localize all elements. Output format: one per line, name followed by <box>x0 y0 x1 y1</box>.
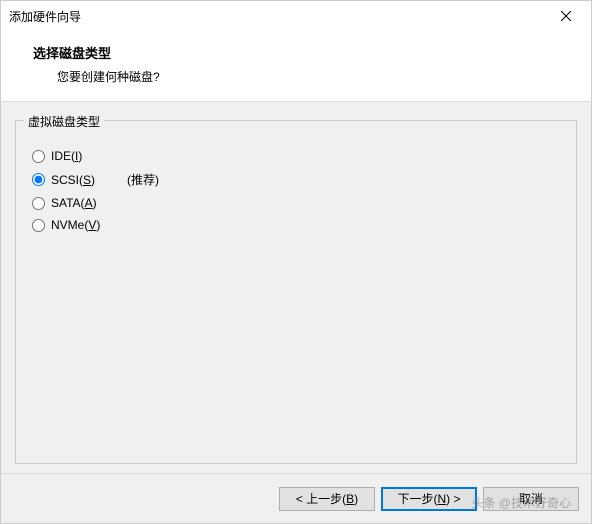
radio-option-scsi[interactable]: SCSI(S) (推荐) <box>32 171 560 188</box>
window-title: 添加硬件向导 <box>9 8 81 25</box>
disk-type-groupbox: 虚拟磁盘类型 IDE(I) SCSI(S) (推荐) SATA(A) NVMe(… <box>15 120 577 464</box>
radio-nvme[interactable] <box>32 219 45 232</box>
page-title: 选择磁盘类型 <box>33 43 591 62</box>
wizard-header: 选择磁盘类型 您要创建何种磁盘? <box>1 31 591 102</box>
close-button[interactable] <box>551 6 581 26</box>
radio-sata[interactable] <box>32 197 45 210</box>
page-subtitle: 您要创建何种磁盘? <box>57 68 591 85</box>
radio-ide[interactable] <box>32 150 45 163</box>
back-button[interactable]: < 上一步(B) <box>279 487 375 511</box>
radio-scsi[interactable] <box>32 173 45 186</box>
next-button[interactable]: 下一步(N) > <box>381 487 477 511</box>
radio-label-sata[interactable]: SATA(A) <box>51 196 97 210</box>
cancel-button[interactable]: 取消 <box>483 487 579 511</box>
content-area: 虚拟磁盘类型 IDE(I) SCSI(S) (推荐) SATA(A) NVMe(… <box>1 102 591 482</box>
wizard-footer: < 上一步(B) 下一步(N) > 取消 <box>1 473 591 523</box>
recommend-label: (推荐) <box>127 171 159 188</box>
groupbox-legend: 虚拟磁盘类型 <box>24 113 104 130</box>
radio-option-nvme[interactable]: NVMe(V) <box>32 218 560 232</box>
radio-option-ide[interactable]: IDE(I) <box>32 149 560 163</box>
close-icon <box>561 11 571 21</box>
radio-label-nvme[interactable]: NVMe(V) <box>51 218 100 232</box>
radio-label-scsi[interactable]: SCSI(S) <box>51 173 95 187</box>
radio-label-ide[interactable]: IDE(I) <box>51 149 82 163</box>
titlebar: 添加硬件向导 <box>1 1 591 31</box>
radio-option-sata[interactable]: SATA(A) <box>32 196 560 210</box>
